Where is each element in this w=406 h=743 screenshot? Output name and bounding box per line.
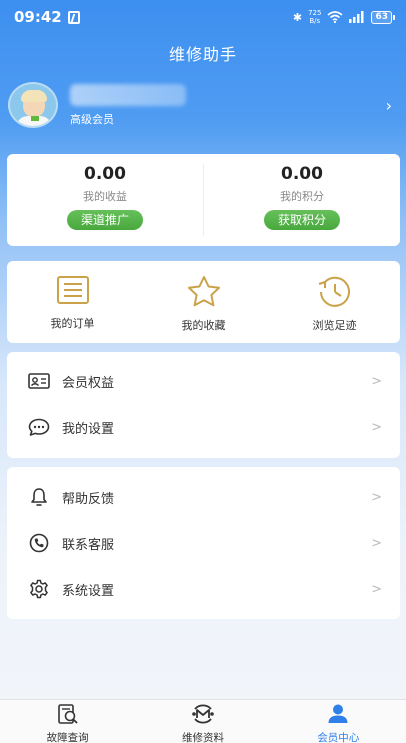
member-center-icon xyxy=(326,703,350,729)
earnings-card: 0.00 我的收益 渠道推广 0.00 我的积分 获取积分 xyxy=(7,154,400,246)
nav-repair-docs[interactable]: 维修资料 xyxy=(135,700,270,743)
chevron-right-icon: > xyxy=(371,489,382,505)
nav-fault-query[interactable]: 故障查询 xyxy=(0,700,135,743)
nfc-icon xyxy=(67,10,80,24)
order-list-icon xyxy=(56,275,90,309)
quick-label-orders: 我的订单 xyxy=(50,317,95,330)
bell-icon xyxy=(27,485,51,509)
chevron-right-icon: > xyxy=(371,373,382,389)
points-section: 0.00 我的积分 获取积分 xyxy=(204,154,400,246)
menu-label-contact-service: 联系客服 xyxy=(62,537,115,553)
income-label: 我的收益 xyxy=(83,190,127,203)
star-icon xyxy=(186,275,222,311)
points-value: 0.00 xyxy=(281,164,323,184)
chat-bubble-icon xyxy=(27,415,51,439)
status-bar: 09:42 ✱ 725 B/s 63 xyxy=(0,0,406,34)
chevron-right-icon: > xyxy=(371,535,382,551)
nav-label-member-center: 会员中心 xyxy=(317,732,360,743)
member-card-icon xyxy=(27,369,51,393)
get-points-button[interactable]: 获取积分 xyxy=(263,210,340,230)
nav-label-fault-query: 故障查询 xyxy=(46,732,89,743)
quick-label-history: 浏览足迹 xyxy=(312,319,357,332)
income-section: 0.00 我的收益 渠道推广 xyxy=(7,154,203,246)
menu-group-2: 帮助反馈 > 联系客服 > 系统设置 > xyxy=(7,467,400,619)
menu-label-member-benefits: 会员权益 xyxy=(62,375,115,391)
profile-info: 高级会员 xyxy=(70,83,386,127)
menu-item-member-benefits[interactable]: 会员权益 > xyxy=(7,358,400,404)
quick-item-history[interactable]: 浏览足迹 xyxy=(269,261,400,343)
history-clock-icon xyxy=(313,275,357,311)
avatar[interactable] xyxy=(8,82,58,128)
speed-value: 725 xyxy=(308,9,322,17)
chevron-right-icon: > xyxy=(371,581,382,597)
nav-label-repair-docs: 维修资料 xyxy=(181,732,224,743)
menu-group-1: 会员权益 > 我的设置 > xyxy=(7,352,400,458)
profile-header[interactable]: 高级会员 › xyxy=(8,80,398,130)
chevron-right-icon: > xyxy=(371,419,382,435)
clock-time: 09:42 xyxy=(14,8,62,26)
menu-label-system-settings: 系统设置 xyxy=(62,583,115,599)
bottom-nav: 故障查询 维修资料 会员中心 xyxy=(0,699,406,743)
signal-icon xyxy=(349,11,365,23)
quick-actions-card: 我的订单 我的收藏 浏览足迹 xyxy=(7,261,400,343)
channel-promotion-button[interactable]: 渠道推广 xyxy=(66,210,143,230)
menu-item-system-settings[interactable]: 系统设置 > xyxy=(7,566,400,612)
repair-docs-icon xyxy=(190,703,216,729)
menu-label-help-feedback: 帮助反馈 xyxy=(62,491,115,507)
chevron-right-icon[interactable]: › xyxy=(386,96,392,115)
menu-item-help-feedback[interactable]: 帮助反馈 > xyxy=(7,474,400,520)
speed-unit: B/s xyxy=(309,17,321,25)
network-speed: 725 B/s xyxy=(308,9,321,25)
username-redacted xyxy=(70,83,186,106)
phone-icon xyxy=(27,531,51,555)
menu-label-my-settings: 我的设置 xyxy=(62,421,115,437)
quick-item-favorites[interactable]: 我的收藏 xyxy=(138,261,269,343)
nav-member-center[interactable]: 会员中心 xyxy=(271,700,406,743)
menu-item-contact-service[interactable]: 联系客服 > xyxy=(7,520,400,566)
status-right: ✱ 725 B/s 63 xyxy=(292,9,395,25)
member-level: 高级会员 xyxy=(70,112,114,126)
menu-item-my-settings[interactable]: 我的设置 > xyxy=(7,404,400,450)
status-left: 09:42 xyxy=(14,8,80,26)
wifi-icon xyxy=(327,11,343,23)
income-value: 0.00 xyxy=(84,164,126,184)
gear-icon xyxy=(27,577,51,601)
points-label: 我的积分 xyxy=(280,190,324,203)
page-title: 维修助手 xyxy=(168,45,237,64)
fault-search-icon xyxy=(56,703,80,729)
battery-icon: 63 xyxy=(371,10,395,24)
bluetooth-icon: ✱ xyxy=(292,10,303,24)
quick-item-orders[interactable]: 我的订单 xyxy=(7,261,138,343)
quick-label-favorites: 我的收藏 xyxy=(181,319,226,332)
